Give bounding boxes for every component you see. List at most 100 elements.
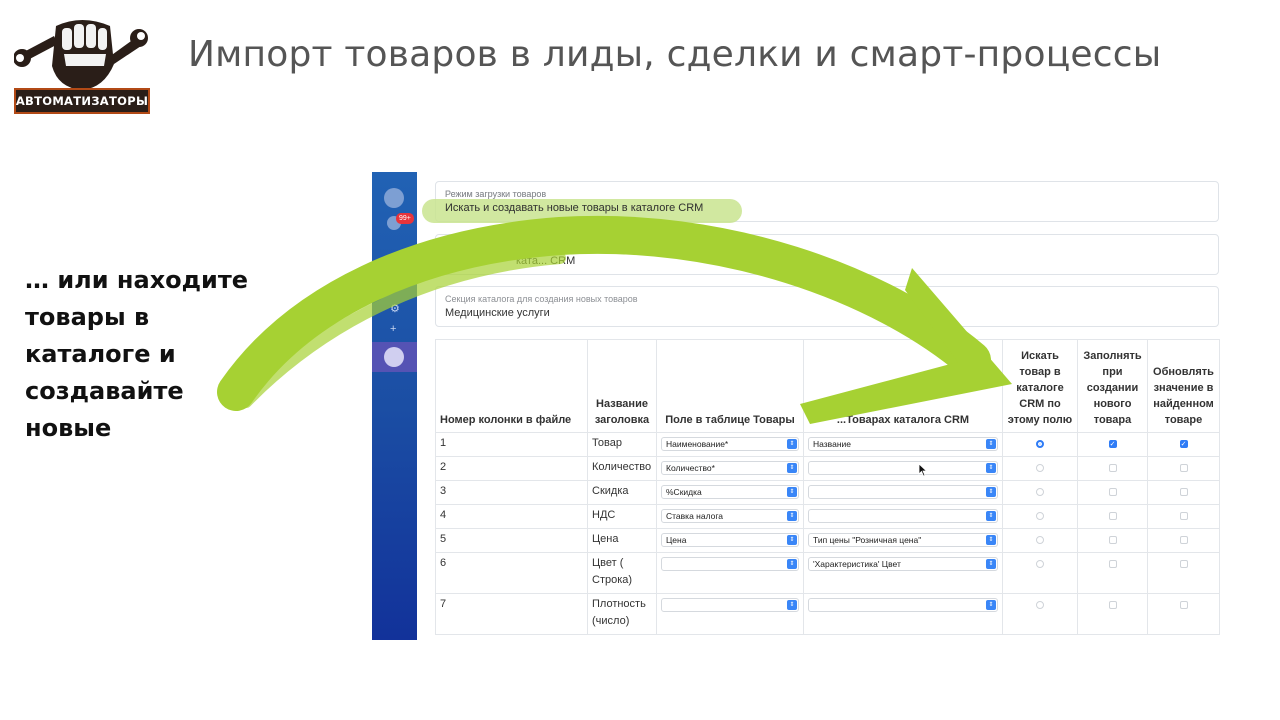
field-label: Секция каталога для создания новых товар… xyxy=(445,294,638,304)
search-radio[interactable] xyxy=(1036,512,1044,520)
column-header: Обновлять значение в найденном товаре xyxy=(1147,339,1220,433)
cell-field: ⇕ xyxy=(656,552,804,594)
catalog-select[interactable]: Название ⇕ xyxy=(808,437,998,451)
plus-icon[interactable]: + xyxy=(390,323,396,335)
cell-field: ⇕ xyxy=(656,593,804,635)
cell-catalog: ⇕ xyxy=(803,456,1003,481)
cell-update xyxy=(1147,480,1220,505)
gear-icon[interactable]: ⚙ xyxy=(390,302,400,315)
cell-num: 4 xyxy=(435,504,588,529)
update-checkbox[interactable] xyxy=(1179,512,1188,520)
catalog-select[interactable]: Тип цены "Розничная цена" ⇕ xyxy=(808,533,998,547)
update-checkbox[interactable] xyxy=(1179,488,1188,496)
field-value: Искать и создавать новые товары в катало… xyxy=(445,202,704,214)
field-select[interactable]: Наименование* ⇕ xyxy=(661,437,799,451)
cell-search xyxy=(1002,480,1078,505)
logo-text: АВТОМАТИЗАТОРЫ xyxy=(15,94,149,108)
cell-update xyxy=(1147,593,1220,635)
catalog-select[interactable]: ⇕ xyxy=(808,461,998,475)
fist-wrench-icon xyxy=(13,20,148,90)
search-radio[interactable] xyxy=(1036,536,1044,544)
cell-catalog: Тип цены "Розничная цена" ⇕ xyxy=(803,528,1003,553)
update-checkbox[interactable] xyxy=(1179,464,1188,472)
fill-checkbox[interactable] xyxy=(1108,488,1117,496)
cell-fill xyxy=(1077,528,1148,553)
cell-field: Количество* ⇕ xyxy=(656,456,804,481)
select-arrows-icon: ⇕ xyxy=(986,600,996,610)
update-checkbox[interactable] xyxy=(1179,601,1188,609)
update-checkbox[interactable] xyxy=(1179,536,1188,544)
select-arrows-icon: ⇕ xyxy=(986,439,996,449)
cell-num: 6 xyxy=(435,552,588,594)
column-header: Название заголовка xyxy=(587,339,657,433)
side-caption-line: новые xyxy=(25,414,112,442)
select-value: Название xyxy=(813,439,851,449)
mouse-cursor-icon xyxy=(918,463,928,477)
column-header: Искать товар в каталоге CRM по этому пол… xyxy=(1002,339,1078,433)
cell-search xyxy=(1002,504,1078,529)
fill-checkbox[interactable]: ✓ xyxy=(1108,440,1117,448)
select-value: Тип цены "Розничная цена" xyxy=(813,535,922,545)
select-value: Цена xyxy=(666,535,687,545)
box-icon[interactable] xyxy=(384,188,404,208)
cell-name: Количество xyxy=(587,456,657,481)
cell-num: 1 xyxy=(435,432,588,457)
column-header: Номер колонки в файле xyxy=(435,339,588,433)
field-label: К xyxy=(445,242,451,252)
field-select[interactable]: ⇕ xyxy=(661,557,799,571)
field-select[interactable]: ⇕ xyxy=(661,598,799,612)
fill-checkbox[interactable] xyxy=(1108,512,1117,520)
select-arrows-icon: ⇕ xyxy=(787,439,797,449)
search-radio[interactable] xyxy=(1036,440,1044,448)
menu-dot-icon[interactable] xyxy=(388,258,400,270)
sidebar-item-active[interactable] xyxy=(372,342,417,372)
search-radio[interactable] xyxy=(1036,601,1044,609)
catalog-select[interactable]: ⇕ xyxy=(808,509,998,523)
side-caption-line: каталоге и xyxy=(25,340,176,368)
side-caption-line: создавайте xyxy=(25,377,184,405)
cell-update xyxy=(1147,456,1220,481)
cell-update: ✓ xyxy=(1147,432,1220,457)
fill-checkbox[interactable] xyxy=(1108,536,1117,544)
cell-name: Цена xyxy=(587,528,657,553)
table-header-row: Номер колонки в файле Название заголовка… xyxy=(435,339,1220,433)
field-label: Режим загрузки товаров xyxy=(445,189,547,199)
catalog-field[interactable]: К ката... СRM xyxy=(435,234,1219,275)
cell-catalog: 'Характеристика' Цвет ⇕ xyxy=(803,552,1003,594)
field-value: Медицинские услуги xyxy=(445,307,550,319)
catalog-select[interactable]: 'Характеристика' Цвет ⇕ xyxy=(808,557,998,571)
side-caption-line: … или находите xyxy=(25,266,249,294)
catalog-select[interactable]: ⇕ xyxy=(808,485,998,499)
table-row: 2 Количество Количество* ⇕ ⇕ xyxy=(435,456,1220,481)
field-select[interactable]: Цена ⇕ xyxy=(661,533,799,547)
table-row: 7 Плотность (число) ⇕ ⇕ xyxy=(435,593,1220,635)
cell-field: Ставка налога ⇕ xyxy=(656,504,804,529)
catalog-select[interactable]: ⇕ xyxy=(808,598,998,612)
field-select[interactable]: Количество* ⇕ xyxy=(661,461,799,475)
cell-search xyxy=(1002,593,1078,635)
cell-num: 5 xyxy=(435,528,588,553)
field-select[interactable]: Ставка налога ⇕ xyxy=(661,509,799,523)
table-row: 1 Товар Наименование* ⇕ Название ⇕ ✓ ✓ xyxy=(435,432,1220,457)
search-radio[interactable] xyxy=(1036,488,1044,496)
search-radio[interactable] xyxy=(1036,464,1044,472)
fill-checkbox[interactable] xyxy=(1108,601,1117,609)
side-caption: … или находите товары в каталоге и созда… xyxy=(25,262,255,447)
cell-catalog: ⇕ xyxy=(803,593,1003,635)
field-select[interactable]: %Скидка ⇕ xyxy=(661,485,799,499)
fill-checkbox[interactable] xyxy=(1108,464,1117,472)
cell-name: Товар xyxy=(587,432,657,457)
section-field[interactable]: Секция каталога для создания новых товар… xyxy=(435,286,1219,327)
cell-fill: ✓ xyxy=(1077,432,1148,457)
update-checkbox[interactable]: ✓ xyxy=(1179,440,1188,448)
fill-checkbox[interactable] xyxy=(1108,560,1117,568)
cell-catalog: ⇕ xyxy=(803,504,1003,529)
cell-fill xyxy=(1077,504,1148,529)
brand-logo: АВТОМАТИЗАТОРЫ xyxy=(13,14,150,116)
cell-search xyxy=(1002,528,1078,553)
update-checkbox[interactable] xyxy=(1179,560,1188,568)
cell-search xyxy=(1002,552,1078,594)
cell-fill xyxy=(1077,480,1148,505)
search-radio[interactable] xyxy=(1036,560,1044,568)
cell-search xyxy=(1002,432,1078,457)
